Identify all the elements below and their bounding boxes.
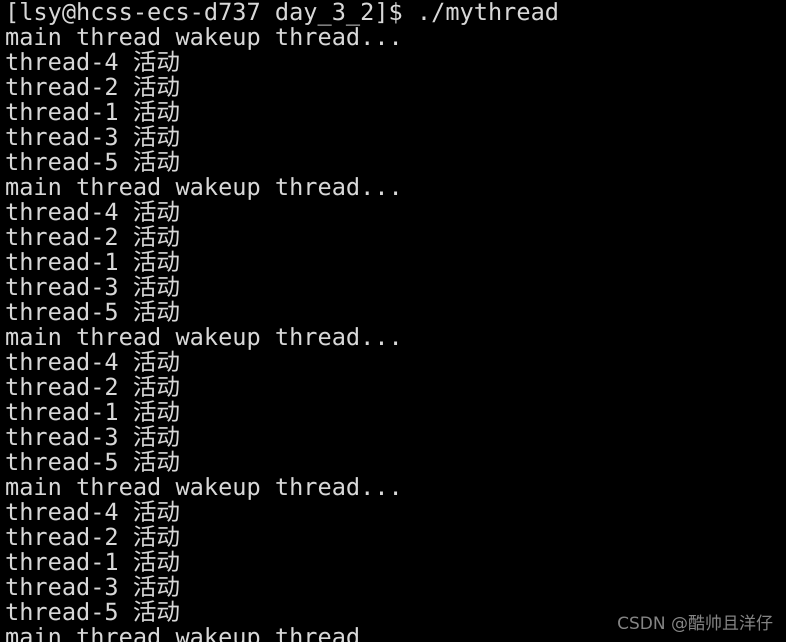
terminal-output-line: thread-5 活动 — [5, 598, 181, 626]
terminal-output-line: thread-4 活动 — [5, 198, 181, 226]
terminal-output-line: thread-4 活动 — [5, 498, 181, 526]
terminal-output-line: thread-3 活动 — [5, 123, 181, 151]
terminal-output-line: thread-3 活动 — [5, 573, 181, 601]
terminal-output-line: thread-1 活动 — [5, 98, 181, 126]
terminal-output-line: thread-2 活动 — [5, 223, 181, 251]
terminal-output-line: thread-4 活动 — [5, 348, 181, 376]
terminal-output-line: thread-1 活动 — [5, 248, 181, 276]
terminal-prompt-line: [lsy@hcss-ecs-d737 day_3_2]$ ./mythread — [5, 0, 559, 26]
terminal-output-line: thread-1 活动 — [5, 398, 181, 426]
terminal-output-line: main thread wakeup thread — [5, 623, 361, 642]
terminal-output-line: thread-2 活动 — [5, 73, 181, 101]
terminal-output-line: thread-5 活动 — [5, 448, 181, 476]
terminal-output-line: thread-2 活动 — [5, 373, 181, 401]
terminal-output-line: main thread wakeup thread... — [5, 323, 403, 351]
terminal-output-line: thread-4 活动 — [5, 48, 181, 76]
terminal-output-line: thread-3 活动 — [5, 273, 181, 301]
terminal-output-line: main thread wakeup thread... — [5, 473, 403, 501]
terminal-output-line: thread-5 活动 — [5, 148, 181, 176]
terminal-output-line: thread-2 活动 — [5, 523, 181, 551]
terminal-output-line: main thread wakeup thread... — [5, 173, 403, 201]
terminal-output-line: thread-5 活动 — [5, 298, 181, 326]
terminal-output-area[interactable]: [lsy@hcss-ecs-d737 day_3_2]$ ./mythread m… — [0, 0, 786, 642]
terminal-output-line: main thread wakeup thread... — [5, 23, 403, 51]
terminal-window[interactable]: [lsy@hcss-ecs-d737 day_3_2]$ ./mythread m… — [0, 0, 786, 642]
terminal-output-line: thread-3 活动 — [5, 423, 181, 451]
terminal-output-line: thread-1 活动 — [5, 548, 181, 576]
